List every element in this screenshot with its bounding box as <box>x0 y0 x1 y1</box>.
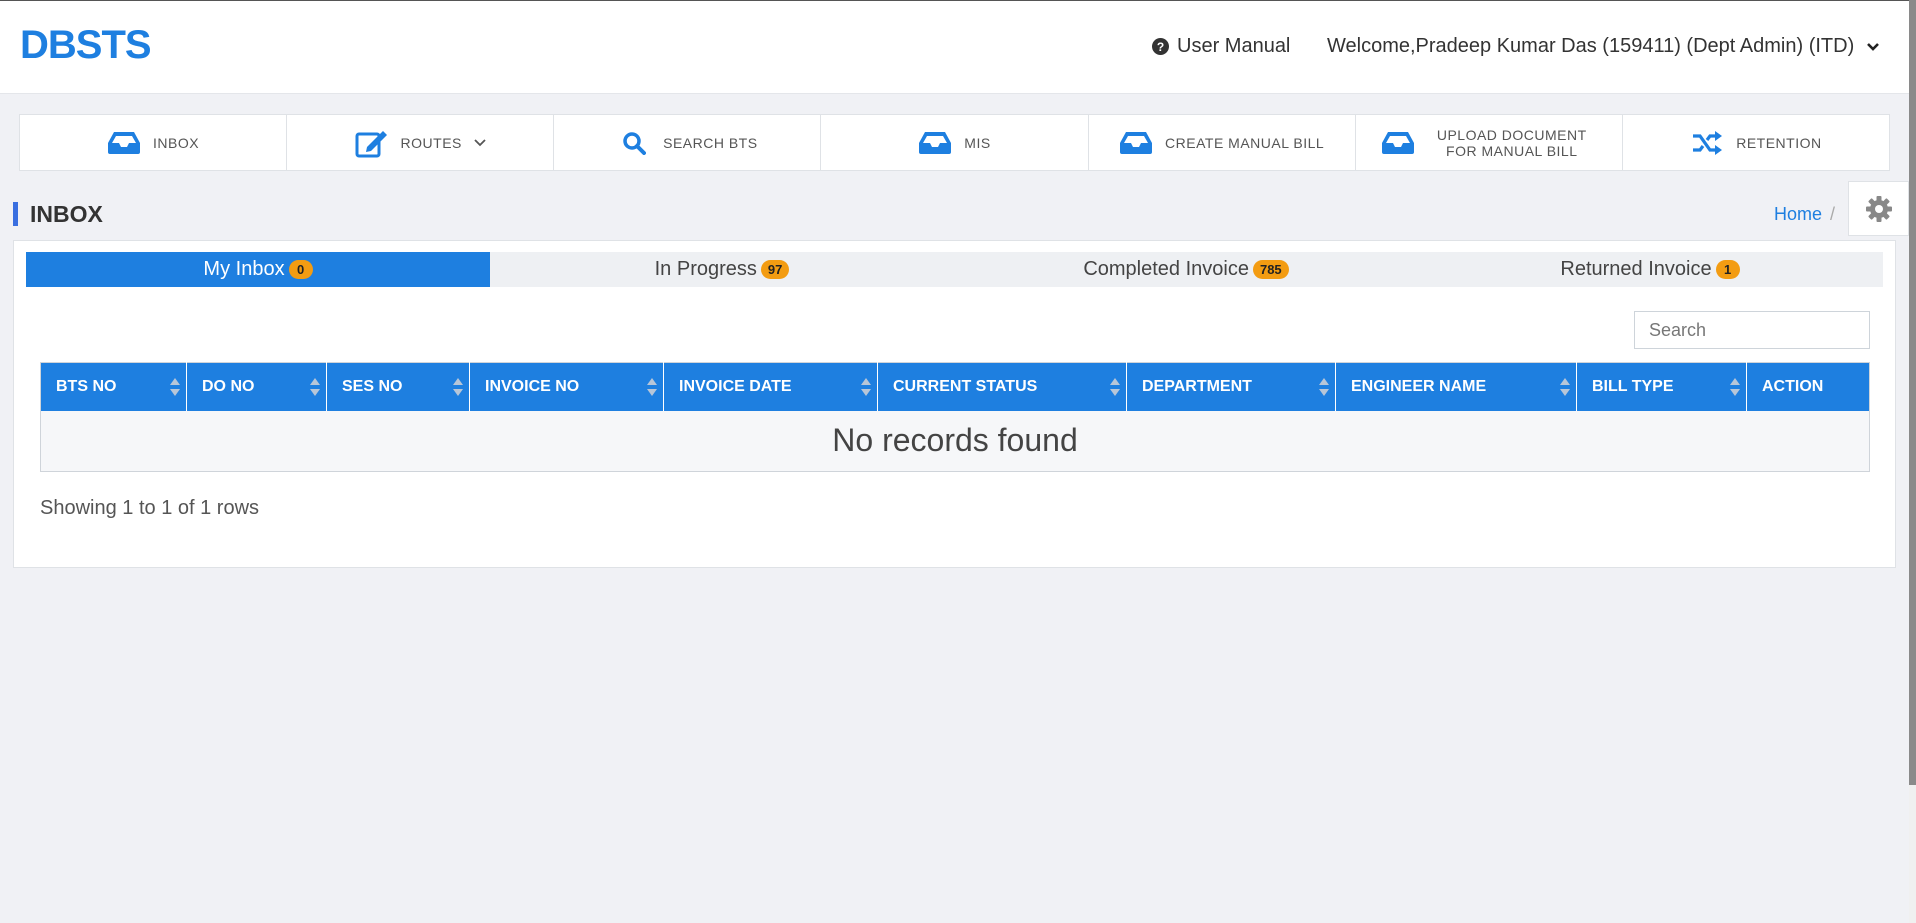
sort-icon <box>1730 378 1740 396</box>
chevron-down-icon <box>474 138 486 146</box>
scrollbar-thumb[interactable] <box>1909 0 1916 785</box>
tab-my-inbox[interactable]: My Inbox 0 <box>26 252 490 287</box>
nav-search-bts-label: SEARCH BTS <box>663 134 758 151</box>
search-icon <box>617 128 651 158</box>
nav-retention-label: RETENTION <box>1736 134 1822 151</box>
inbox-icon <box>1119 128 1153 158</box>
count-badge: 0 <box>288 260 313 279</box>
column-header-ses-no[interactable]: SES NO <box>326 362 470 411</box>
breadcrumb-separator: / <box>1830 204 1836 224</box>
column-header-bts-no[interactable]: BTS NO <box>40 362 187 411</box>
sort-icon <box>647 378 657 396</box>
tab-in-progress[interactable]: In Progress 97 <box>490 252 954 287</box>
nav-routes-label: ROUTES <box>400 134 462 151</box>
column-header-current-status[interactable]: CURRENT STATUS <box>877 362 1127 411</box>
sort-icon <box>861 378 871 396</box>
inbox-panel: My Inbox 0 In Progress 97 Completed Invo… <box>13 240 1896 568</box>
breadcrumb-home[interactable]: Home <box>1774 204 1822 224</box>
inbox-icon <box>918 128 952 158</box>
column-header-department[interactable]: DEPARTMENT <box>1126 362 1336 411</box>
column-header-invoice-date[interactable]: INVOICE DATE <box>663 362 878 411</box>
column-header-invoice-no[interactable]: INVOICE NO <box>469 362 664 411</box>
table-row: No records found <box>40 410 1870 472</box>
edit-icon <box>355 128 389 158</box>
inbox-tabs: My Inbox 0 In Progress 97 Completed Invo… <box>26 252 1883 287</box>
table-header-row: BTS NO DO NO SES NO INVOICE NO INVOICE D… <box>40 362 1870 411</box>
count-badge: 1 <box>1715 260 1740 279</box>
tab-completed-invoice[interactable]: Completed Invoice 785 <box>954 252 1418 287</box>
inbox-icon <box>1381 128 1415 158</box>
empty-message: No records found <box>40 410 1870 472</box>
column-header-engineer-name[interactable]: ENGINEER NAME <box>1335 362 1577 411</box>
inbox-icon <box>107 128 141 158</box>
sort-icon <box>1319 378 1329 396</box>
top-header: DBSTS ? User Manual Welcome,Pradeep Kuma… <box>0 0 1909 94</box>
count-badge: 97 <box>760 260 790 279</box>
nav-mis[interactable]: MIS <box>821 115 1089 170</box>
column-header-bill-type[interactable]: BILL TYPE <box>1576 362 1747 411</box>
sort-icon <box>1560 378 1570 396</box>
tab-label: Completed Invoice <box>1083 258 1249 280</box>
page-title: INBOX <box>13 202 103 226</box>
nav-upload-document-label: UPLOAD DOCUMENT FOR MANUAL BILL <box>1436 126 1587 159</box>
search-input[interactable] <box>1634 311 1870 349</box>
tab-label: Returned Invoice <box>1560 258 1712 280</box>
nav-routes[interactable]: ROUTES <box>287 115 555 170</box>
tab-returned-invoice[interactable]: Returned Invoice 1 <box>1418 252 1882 287</box>
invoice-table: BTS NO DO NO SES NO INVOICE NO INVOICE D… <box>40 362 1870 472</box>
pagination-summary: Showing 1 to 1 of 1 rows <box>40 497 260 519</box>
question-icon: ? <box>1152 38 1169 55</box>
sort-icon <box>453 378 463 396</box>
column-header-do-no[interactable]: DO NO <box>186 362 327 411</box>
user-menu[interactable]: Welcome,Pradeep Kumar Das (159411) (Dept… <box>1327 35 1880 58</box>
chevron-down-icon <box>1867 42 1880 51</box>
count-badge: 785 <box>1252 260 1289 279</box>
nav-create-manual-bill[interactable]: CREATE MANUAL BILL <box>1089 115 1356 170</box>
user-manual-label: User Manual <box>1177 35 1291 57</box>
column-header-action: ACTION <box>1746 362 1870 411</box>
welcome-text: Welcome,Pradeep Kumar Das (159411) (Dept… <box>1327 35 1855 57</box>
user-manual-link[interactable]: ? User Manual <box>1152 35 1290 58</box>
main-nav: INBOX ROUTES SEARCH BTS MIS CREATE MANUA… <box>19 114 1890 171</box>
sort-icon <box>310 378 320 396</box>
app-logo[interactable]: DBSTS <box>20 23 152 68</box>
breadcrumb: Home / <box>1774 204 1835 225</box>
nav-inbox[interactable]: INBOX <box>20 115 288 170</box>
gear-icon <box>1865 195 1892 222</box>
sort-icon <box>1110 378 1120 396</box>
page-scrollbar[interactable] <box>1909 0 1916 923</box>
sort-icon <box>170 378 180 396</box>
nav-inbox-label: INBOX <box>153 134 200 151</box>
tab-label: My Inbox <box>203 258 285 280</box>
nav-retention[interactable]: RETENTION <box>1623 115 1889 170</box>
nav-mis-label: MIS <box>964 134 991 151</box>
nav-create-manual-bill-label: CREATE MANUAL BILL <box>1165 134 1325 151</box>
tab-label: In Progress <box>654 258 757 280</box>
nav-search-bts[interactable]: SEARCH BTS <box>554 115 822 170</box>
shuffle-icon <box>1690 128 1724 158</box>
nav-upload-document[interactable]: UPLOAD DOCUMENT FOR MANUAL BILL <box>1356 115 1623 170</box>
settings-button[interactable] <box>1848 181 1909 236</box>
